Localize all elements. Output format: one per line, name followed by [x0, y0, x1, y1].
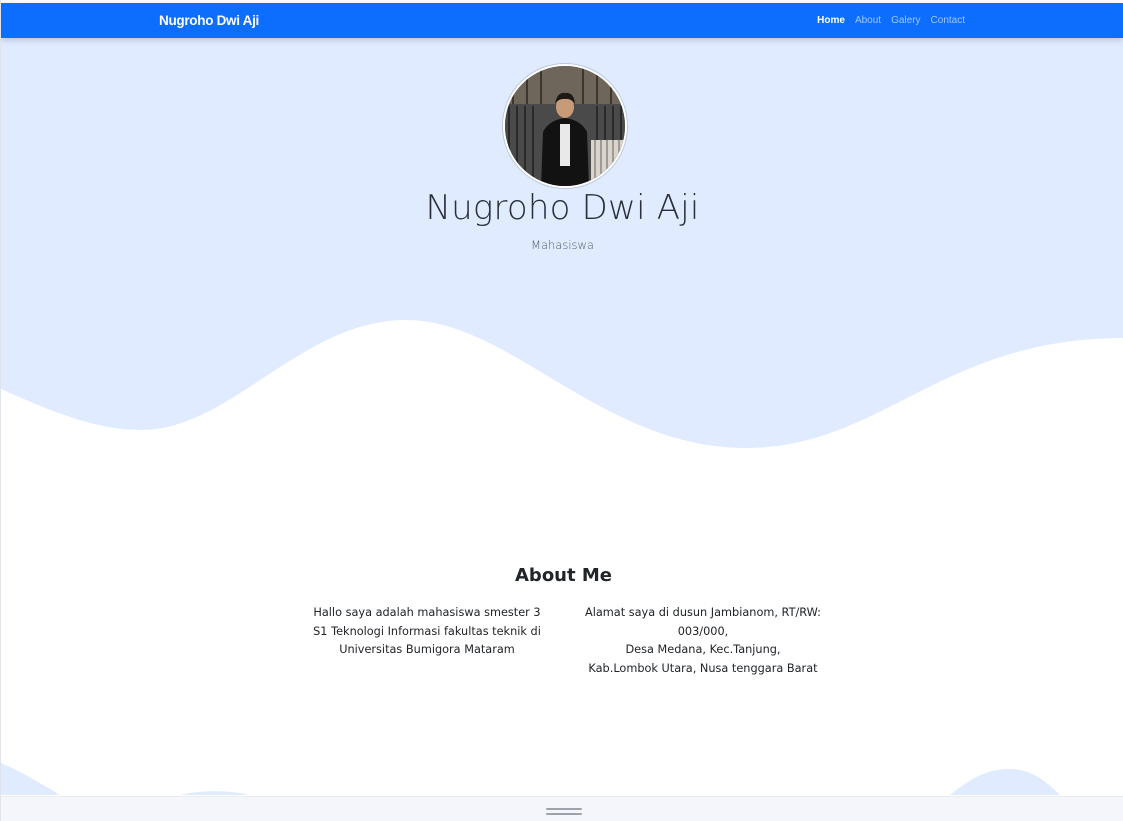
about-bio-line: Hallo saya adalah mahasiswa smester 3	[313, 606, 541, 619]
about-address-line: Kab.Lombok Utara, Nusa tenggara Barat	[588, 662, 818, 676]
nav-link-galery[interactable]: Galery	[891, 15, 920, 26]
nav-links: Home About Galery Contact	[817, 3, 965, 38]
profile-avatar	[503, 64, 627, 188]
bottom-sheet-bar	[0, 796, 1123, 821]
drag-handle-icon[interactable]	[546, 808, 582, 817]
about-bio-line: Universitas Bumigora Mataram	[339, 643, 515, 657]
nav-link-home[interactable]: Home	[817, 15, 845, 26]
hero-name: Nugroho Dwi Aji	[425, 188, 700, 228]
hero-subtitle: Mahasiswa	[531, 238, 594, 252]
about-address: Alamat saya di dusun Jambianom, RT/RW: 0…	[578, 604, 828, 679]
footer-wave-divider	[1, 763, 1060, 795]
about-address-line: Desa Medana, Kec.Tanjung,	[625, 643, 781, 657]
page: Nugroho Dwi Aji Home About Galery Contac…	[0, 0, 1123, 821]
nav-link-about[interactable]: About	[855, 15, 881, 26]
about-address-line: Alamat saya di dusun Jambianom, RT/RW:	[585, 606, 821, 619]
about-bio-line: S1 Teknologi Informasi fakultas teknik d…	[313, 624, 541, 638]
window-edge	[0, 0, 1, 821]
about-title: About Me	[515, 565, 612, 586]
profile-photo-icon	[505, 66, 625, 186]
nav-link-contact[interactable]: Contact	[931, 15, 965, 26]
about-bio: Hallo saya adalah mahasiswa smester 3 S1…	[304, 604, 550, 660]
about-address-line: 003/000,	[677, 624, 729, 638]
navbar: Nugroho Dwi Aji Home About Galery Contac…	[1, 3, 1123, 38]
navbar-brand[interactable]: Nugroho Dwi Aji	[159, 3, 259, 38]
